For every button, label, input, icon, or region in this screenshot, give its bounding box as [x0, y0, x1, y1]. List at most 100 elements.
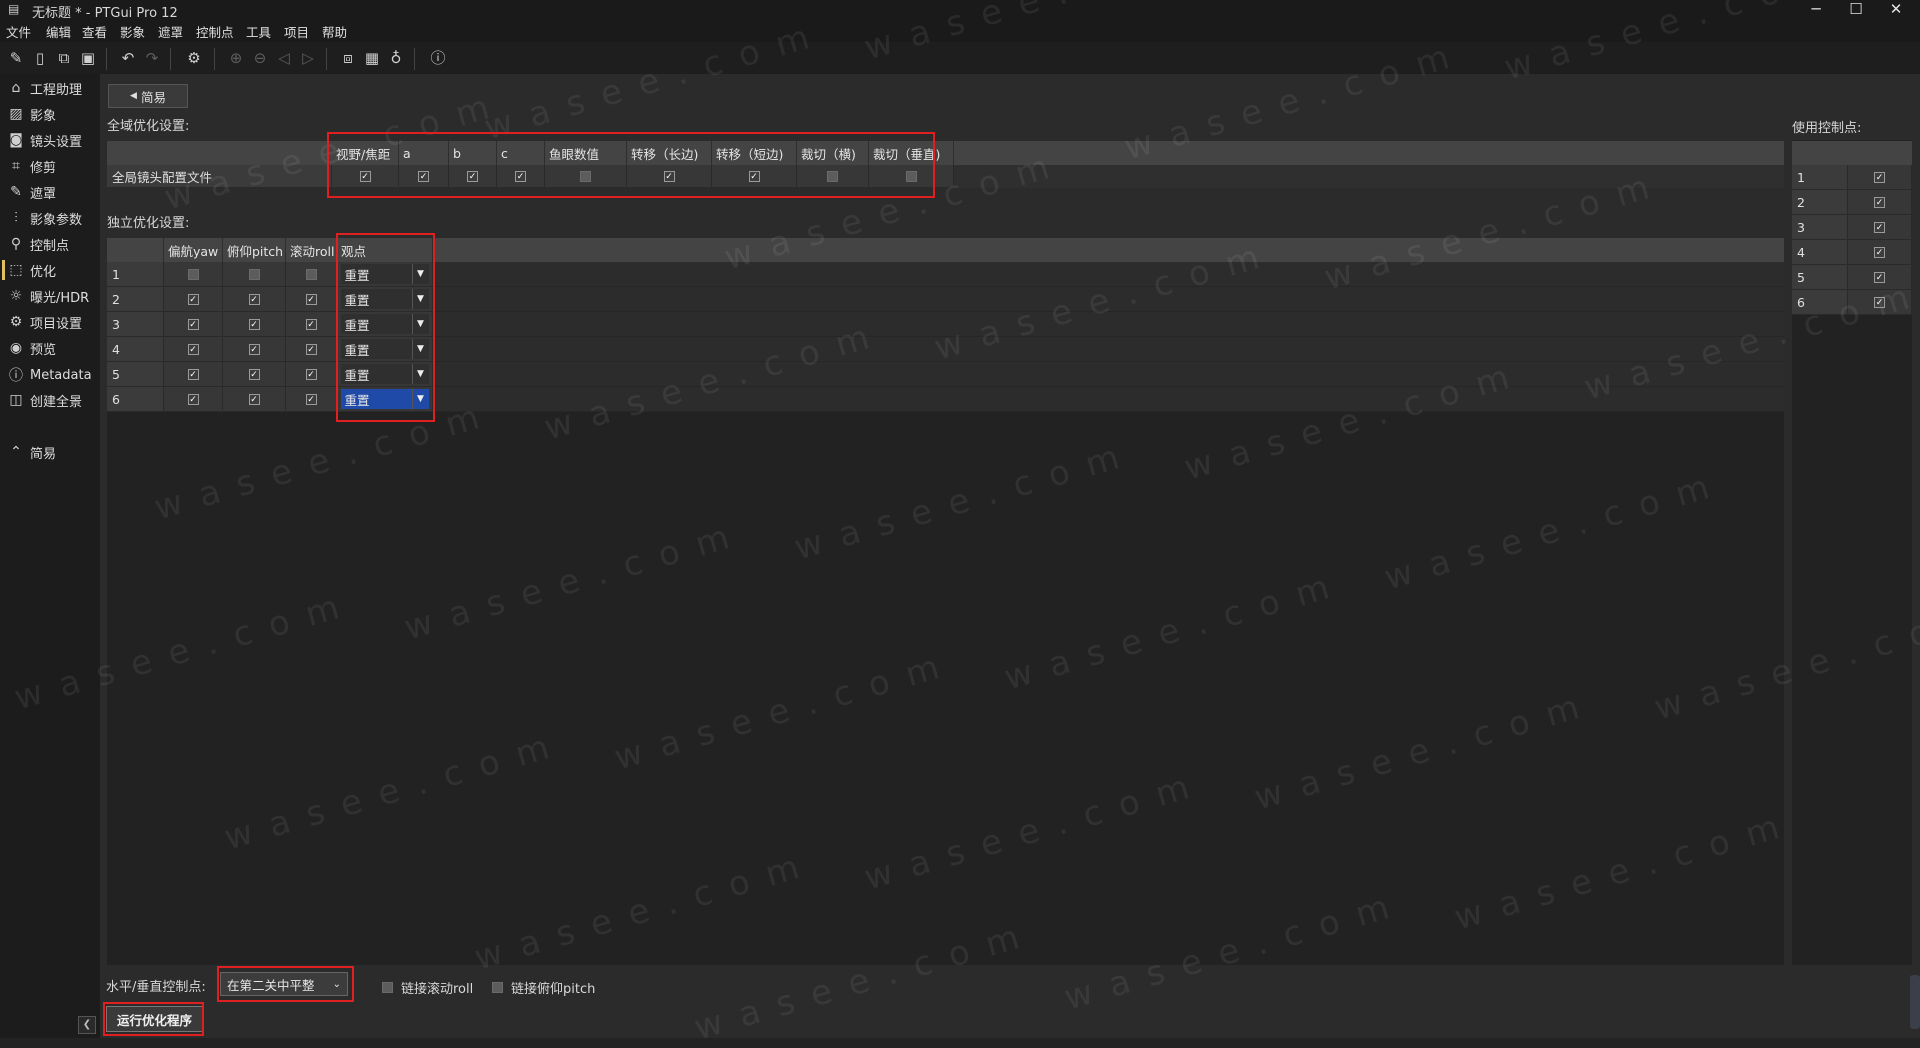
- chevron-down-icon[interactable]: ▼: [411, 389, 429, 409]
- settings-gear-icon[interactable]: ⚙: [184, 48, 204, 68]
- pitch-checkbox[interactable]: ✓: [248, 368, 260, 380]
- sidebar-item-project-assistant[interactable]: ⌂ 工程助理: [8, 77, 100, 99]
- sidebar-item-images[interactable]: ▨ 影象: [8, 103, 100, 125]
- open-icon[interactable]: ▯: [30, 48, 50, 68]
- menu-tools[interactable]: 工具: [246, 22, 271, 41]
- link-pitch-checkbox[interactable]: [492, 982, 503, 993]
- global-checkbox[interactable]: ✓: [515, 170, 526, 182]
- previous-icon[interactable]: ◁: [274, 48, 294, 68]
- yaw-checkbox[interactable]: ✓: [187, 318, 199, 330]
- zoom-out-icon[interactable]: ⊖: [250, 48, 270, 68]
- use-control-points-checkbox[interactable]: ✓: [1874, 296, 1885, 308]
- roll-checkbox[interactable]: ✓: [305, 368, 317, 380]
- use-control-points-checkbox[interactable]: ✓: [1874, 171, 1885, 183]
- scrollbar[interactable]: [1910, 975, 1920, 1029]
- link-pitch-option[interactable]: 链接俯仰pitch: [492, 978, 595, 997]
- viewpoint-dropdown[interactable]: 重置 ▼: [340, 264, 429, 284]
- roll-checkbox[interactable]: ✓: [305, 293, 317, 305]
- minimize-button[interactable]: ─: [1796, 0, 1836, 20]
- simple-mode-button[interactable]: ◀ 简易: [108, 84, 188, 108]
- sidebar-item-control-points[interactable]: ⚲ 控制点: [8, 233, 100, 255]
- roll-checkbox[interactable]: ✓: [305, 393, 317, 405]
- link-roll-option[interactable]: 链接滚动roll: [382, 978, 473, 997]
- global-checkbox[interactable]: ✓: [467, 170, 478, 182]
- viewpoint-dropdown[interactable]: 重置 ▼: [340, 389, 429, 409]
- sidebar-item-project-settings[interactable]: ⚙ 项目设置: [8, 311, 100, 333]
- maximize-button[interactable]: ☐: [1836, 0, 1876, 20]
- chevron-down-icon[interactable]: ▼: [411, 339, 429, 359]
- close-button[interactable]: ✕: [1876, 0, 1916, 20]
- menu-edit[interactable]: 编辑: [46, 22, 71, 41]
- viewpoint-dropdown[interactable]: 重置 ▼: [340, 289, 429, 309]
- panorama-icon: ◫: [9, 392, 23, 408]
- roll-checkbox[interactable]: [305, 268, 317, 280]
- chevron-down-icon[interactable]: ▼: [411, 264, 429, 284]
- sidebar-item-image-parameters[interactable]: ⫶ 影象参数: [8, 207, 100, 229]
- menu-project[interactable]: 项目: [284, 22, 309, 41]
- hv-control-points-select[interactable]: 在第二关中平整 ⌄: [220, 972, 348, 996]
- menu-help[interactable]: 帮助: [322, 22, 347, 41]
- sidebar-item-preview[interactable]: ◉ 预览: [8, 337, 100, 359]
- table-icon[interactable]: ▦: [362, 48, 382, 68]
- menu-mask[interactable]: 遮罩: [158, 22, 183, 41]
- menu-view[interactable]: 查看: [82, 22, 107, 41]
- sidebar-item-mask[interactable]: ✎ 遮罩: [8, 181, 100, 203]
- global-checkbox[interactable]: [905, 170, 917, 182]
- use-control-points-checkbox[interactable]: ✓: [1874, 196, 1885, 208]
- row-cell-roll: ✓: [286, 287, 337, 312]
- save-icon[interactable]: ▣: [78, 48, 98, 68]
- sidebar-item-exposure-hdr[interactable]: ☼ 曝光/HDR: [8, 285, 100, 307]
- undo-icon[interactable]: ↶: [118, 48, 138, 68]
- panorama-editor-icon[interactable]: ⧈: [338, 48, 358, 68]
- global-cell: [797, 165, 869, 188]
- global-checkbox[interactable]: ✓: [663, 170, 675, 182]
- global-checkbox[interactable]: ✓: [418, 170, 429, 182]
- global-checkbox[interactable]: [580, 170, 591, 182]
- menu-control-points[interactable]: 控制点: [196, 22, 234, 41]
- viewpoint-dropdown[interactable]: 重置 ▼: [340, 314, 429, 334]
- viewpoint-value: 重置: [344, 267, 370, 283]
- copy-icon[interactable]: ⧉: [54, 48, 74, 68]
- sidebar-item-lens-settings[interactable]: ◙ 镜头设置: [8, 129, 100, 151]
- chevron-down-icon[interactable]: ▼: [411, 289, 429, 309]
- new-project-icon[interactable]: ✎: [6, 48, 26, 68]
- menu-file[interactable]: 文件: [6, 22, 31, 41]
- menu-images[interactable]: 影象: [120, 22, 145, 41]
- run-optimizer-button[interactable]: 运行优化程序: [106, 1006, 203, 1032]
- yaw-checkbox[interactable]: ✓: [187, 393, 199, 405]
- roll-checkbox[interactable]: ✓: [305, 318, 317, 330]
- yaw-checkbox[interactable]: [187, 268, 199, 280]
- viewpoint-dropdown[interactable]: 重置 ▼: [340, 339, 429, 359]
- link-roll-checkbox[interactable]: [382, 982, 393, 993]
- chevron-down-icon[interactable]: ▼: [411, 314, 429, 334]
- next-icon[interactable]: ▷: [298, 48, 318, 68]
- pitch-checkbox[interactable]: [248, 268, 260, 280]
- chevron-down-icon[interactable]: ▼: [411, 364, 429, 384]
- sidebar-item-optimizer[interactable]: ⬚ 优化: [8, 259, 100, 281]
- collapse-sidebar-button[interactable]: ❮: [78, 1016, 96, 1034]
- sidebar-item-crop[interactable]: ⌗ 修剪: [8, 155, 100, 177]
- sidebar-item-metadata[interactable]: ⓘ Metadata: [8, 364, 100, 386]
- global-checkbox[interactable]: [827, 170, 838, 182]
- zoom-in-icon[interactable]: ⊕: [226, 48, 246, 68]
- redo-icon[interactable]: ↷: [142, 48, 162, 68]
- pitch-checkbox[interactable]: ✓: [248, 293, 260, 305]
- sidebar-item-create-panorama[interactable]: ◫ 创建全景: [8, 389, 100, 411]
- lightbulb-icon[interactable]: ♁: [386, 48, 406, 68]
- global-checkbox[interactable]: ✓: [748, 170, 760, 182]
- yaw-checkbox[interactable]: ✓: [187, 343, 199, 355]
- pitch-checkbox[interactable]: ✓: [248, 318, 260, 330]
- use-control-points-checkbox[interactable]: ✓: [1874, 246, 1885, 258]
- pitch-checkbox[interactable]: ✓: [248, 393, 260, 405]
- sidebar-simple-mode[interactable]: ⌃ 简易: [8, 441, 100, 463]
- yaw-checkbox[interactable]: ✓: [187, 293, 199, 305]
- viewpoint-dropdown[interactable]: 重置 ▼: [340, 364, 429, 384]
- yaw-checkbox[interactable]: ✓: [187, 368, 199, 380]
- eye-icon: ◉: [9, 340, 23, 356]
- use-control-points-checkbox[interactable]: ✓: [1874, 221, 1885, 233]
- use-control-points-checkbox[interactable]: ✓: [1874, 271, 1885, 283]
- help-icon[interactable]: ⓘ: [428, 48, 448, 68]
- global-checkbox[interactable]: ✓: [359, 170, 371, 182]
- pitch-checkbox[interactable]: ✓: [248, 343, 260, 355]
- roll-checkbox[interactable]: ✓: [305, 343, 317, 355]
